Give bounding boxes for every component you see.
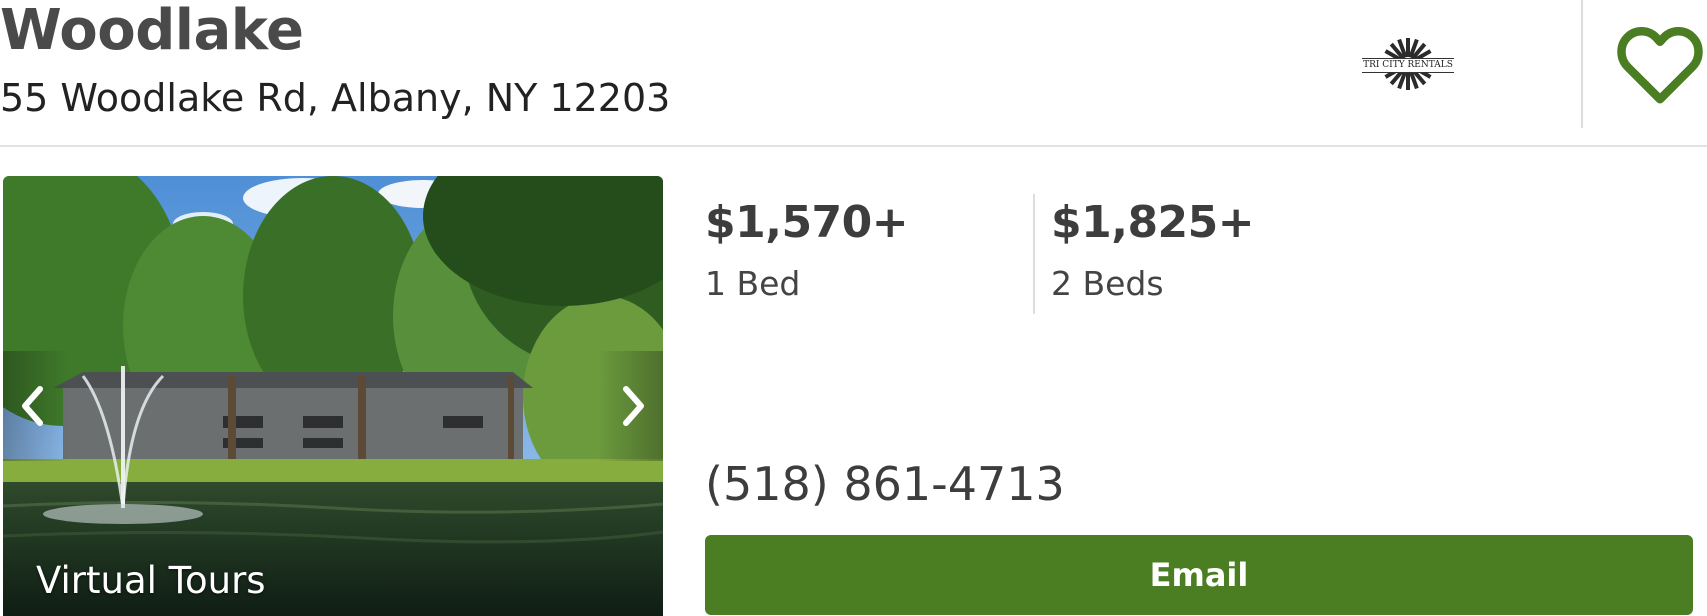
- price-value: $1,825+: [1051, 197, 1255, 248]
- email-button[interactable]: Email: [705, 535, 1693, 615]
- property-photo: [3, 176, 663, 616]
- price-option-1-bed: $1,570+ 1 Bed: [705, 197, 909, 303]
- photo-next-button[interactable]: [597, 351, 663, 461]
- price-value: $1,570+: [705, 197, 909, 248]
- virtual-tours-label[interactable]: Virtual Tours: [36, 559, 266, 602]
- price-divider: [1033, 194, 1035, 314]
- logo-wordmark: TRI CITY RENTALS: [1362, 58, 1454, 73]
- bed-count: 1 Bed: [705, 264, 801, 303]
- favorite-button[interactable]: [1614, 18, 1706, 110]
- chevron-left-icon: [22, 386, 43, 426]
- property-address: 55 Woodlake Rd, Albany, NY 12203: [0, 76, 671, 120]
- heart-outline-icon: [1617, 27, 1703, 104]
- listing-header: Woodlake 55 Woodlake Rd, Albany, NY 1220…: [0, 0, 1707, 147]
- property-title: Woodlake: [0, 0, 304, 63]
- bed-count: 2 Beds: [1051, 264, 1164, 303]
- photo-prev-button[interactable]: [3, 351, 69, 461]
- chevron-right-icon: [623, 386, 644, 426]
- header-divider: [1581, 0, 1583, 128]
- property-photo-carousel[interactable]: Virtual Tours: [3, 176, 663, 616]
- tri-city-rentals-logo[interactable]: TRI CITY RENTALS: [1362, 36, 1454, 92]
- phone-number-link[interactable]: (518) 861-4713: [705, 457, 1065, 511]
- price-option-2-beds: $1,825+ 2 Beds: [1051, 197, 1255, 303]
